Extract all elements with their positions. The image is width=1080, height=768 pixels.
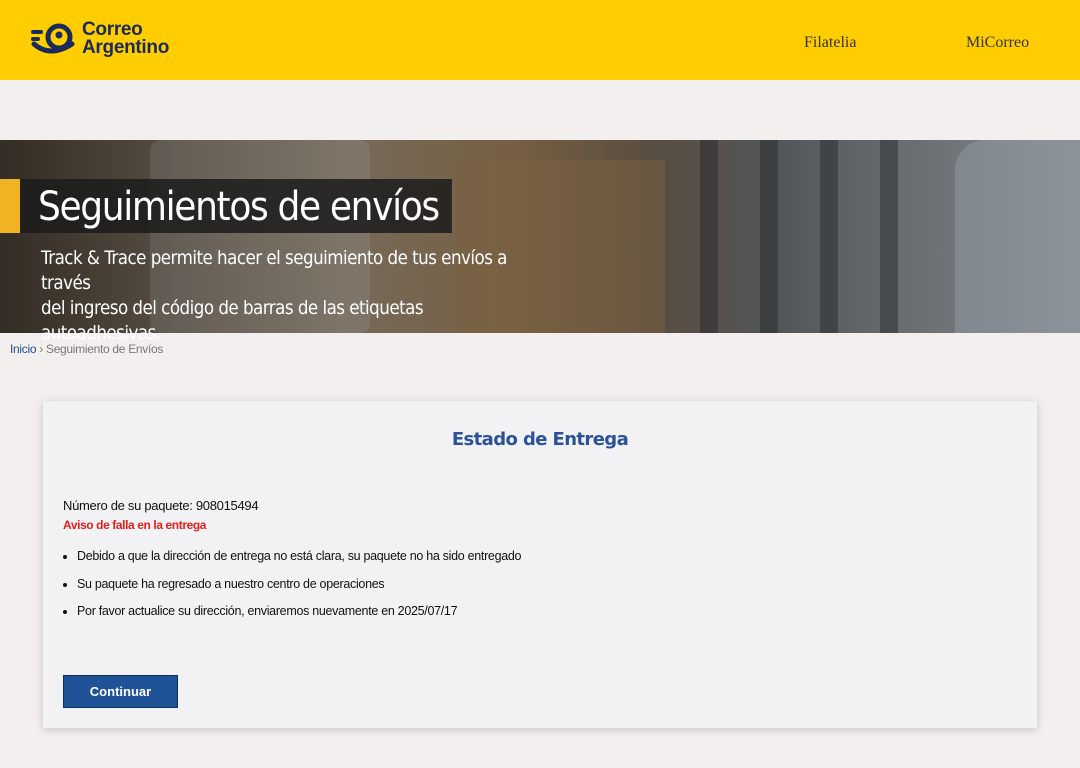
breadcrumb-home-link[interactable]: Inicio — [10, 342, 37, 356]
breadcrumb: Inicio › Seguimiento de Envíos — [10, 342, 163, 356]
list-item: Su paquete ha regresado a nuestro centro… — [77, 576, 521, 604]
hero-subtitle-line-2: del ingreso del código de barras de las … — [41, 297, 424, 344]
correo-argentino-logo[interactable]: Correo Argentino — [30, 20, 170, 58]
delivery-failure-alert: Aviso de falla en la entrega — [63, 518, 207, 532]
logo-line-2: Argentino — [82, 37, 170, 58]
site-header: Correo Argentino Filatelia MiCorreo — [0, 0, 1080, 80]
list-item: Debido a que la dirección de entrega no … — [77, 548, 521, 576]
hero-subtitle: Track & Trace permite hacer el seguimien… — [41, 246, 534, 346]
continue-button[interactable]: Continuar — [63, 675, 178, 708]
list-item: Por favor actualice su dirección, enviar… — [77, 603, 521, 631]
delivery-status-card: Estado de Entrega Número de su paquete: … — [43, 401, 1037, 728]
hero-title-accent — [0, 179, 20, 233]
breadcrumb-current: Seguimiento de Envíos — [45, 342, 164, 356]
breadcrumb-separator: › — [36, 342, 46, 356]
hero-subtitle-line-1: Track & Trace permite hacer el seguimien… — [41, 247, 507, 294]
nav-link-filatelia[interactable]: Filatelia — [804, 34, 856, 52]
package-number: Número de su paquete: 908015494 — [63, 498, 259, 513]
logo-wordmark: Correo Argentino — [82, 20, 170, 58]
status-message-list: Debido a que la dirección de entrega no … — [63, 548, 521, 631]
page-title: Seguimientos de envíos — [38, 184, 440, 230]
correo-argentino-logo-icon — [31, 23, 75, 54]
nav-link-micorreo[interactable]: MiCorreo — [966, 34, 1029, 52]
card-title: Estado de Entrega — [451, 429, 629, 450]
